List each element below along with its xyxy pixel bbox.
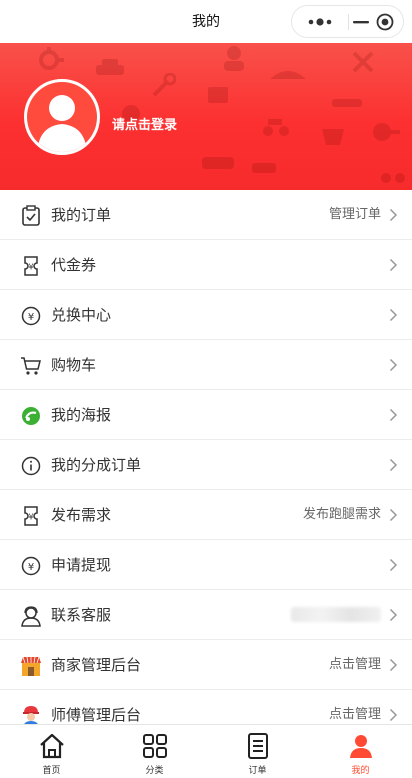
tab-label: 首页 xyxy=(42,766,61,776)
menu-item-cart[interactable]: 购物车 xyxy=(0,340,412,390)
chevron-right-icon xyxy=(389,458,398,472)
yen-coin-icon: ¥ xyxy=(21,556,41,576)
yen-coin-icon: ¥ xyxy=(21,306,41,326)
more-icon[interactable] xyxy=(302,13,338,31)
login-prompt[interactable]: 请点击登录 xyxy=(112,114,177,133)
worker-icon xyxy=(23,706,39,724)
chevron-right-icon xyxy=(389,358,398,372)
bike-decoration-icon xyxy=(381,173,405,183)
menu-item-label: 我的海报 xyxy=(51,406,112,424)
profile-banner: 请点击登录 xyxy=(0,43,412,190)
box-decoration-icon xyxy=(208,87,228,103)
chevron-right-icon xyxy=(389,608,398,622)
chevron-right-icon xyxy=(389,258,398,272)
chevron-right-icon xyxy=(389,708,398,722)
menu-item-withdraw[interactable]: ¥ 申请提现 xyxy=(0,540,412,590)
tab-home[interactable]: 首页 xyxy=(0,725,103,778)
sofa-decoration-icon xyxy=(202,157,234,169)
chevron-right-icon xyxy=(389,408,398,422)
menu-item-label: 代金券 xyxy=(51,256,97,274)
menu-item-worker-admin[interactable]: 师傅管理后台 点击管理 xyxy=(0,690,412,724)
tab-label: 订单 xyxy=(248,766,267,776)
merchant-manage-link[interactable]: 点击管理 xyxy=(329,656,381,674)
chevron-right-icon xyxy=(389,208,398,222)
menu-item-label: 商家管理后台 xyxy=(51,656,142,674)
chevron-right-icon xyxy=(389,658,398,672)
menu-item-label: 师傅管理后台 xyxy=(51,706,142,724)
svg-text:¥: ¥ xyxy=(28,562,34,573)
svg-text:¥: ¥ xyxy=(28,513,33,522)
worker-decoration-icon xyxy=(224,46,244,71)
category-icon xyxy=(142,734,167,758)
chevron-right-icon xyxy=(389,308,398,322)
order-icon xyxy=(247,733,268,759)
car-decoration-icon-2 xyxy=(252,163,276,173)
home-icon xyxy=(39,733,64,759)
menu-item-label: 我的订单 xyxy=(51,206,112,224)
gear-decoration-icon xyxy=(39,47,64,70)
tab-label: 分类 xyxy=(145,766,164,776)
menu-item-label: 我的分成订单 xyxy=(51,456,142,474)
mini-program-capsule xyxy=(291,5,404,38)
cart-icon xyxy=(21,357,41,375)
nav-bar: 我的 xyxy=(0,0,412,43)
wrench-decoration-icon xyxy=(152,73,176,97)
pan-decoration-icon xyxy=(373,123,400,141)
voucher-icon: ¥ xyxy=(24,506,38,526)
tab-orders[interactable]: 订单 xyxy=(206,725,309,778)
profile-icon xyxy=(349,735,372,758)
bottom-tab-bar: 首页 分类 订单 我的 xyxy=(0,724,412,778)
menu-item-label: 申请提现 xyxy=(51,556,112,574)
worker-manage-link[interactable]: 点击管理 xyxy=(329,706,381,724)
close-target-icon[interactable] xyxy=(376,13,394,31)
tab-label: 我的 xyxy=(351,766,370,776)
menu-item-merchant-admin[interactable]: 商家管理后台 点击管理 xyxy=(0,640,412,690)
shop-icon xyxy=(21,656,41,676)
capsule-divider xyxy=(348,14,349,30)
tab-profile[interactable]: 我的 xyxy=(309,725,412,778)
menu-item-vouchers[interactable]: ¥ 代金券 xyxy=(0,240,412,290)
customer-service-icon xyxy=(21,606,41,627)
brush-decoration-icon xyxy=(332,99,362,107)
tab-category[interactable]: 分类 xyxy=(103,725,206,778)
poster-icon xyxy=(22,407,40,425)
cup-decoration-icon xyxy=(322,129,344,145)
menu-item-label: 购物车 xyxy=(51,356,97,374)
menu-item-label: 发布需求 xyxy=(51,506,112,524)
tool-decoration-icon xyxy=(352,51,374,73)
blurred-phone-number xyxy=(291,607,381,622)
menu-item-post-request[interactable]: ¥ 发布需求 发布跑腿需求 xyxy=(0,490,412,540)
default-avatar-icon xyxy=(27,82,97,152)
car-decoration-icon xyxy=(96,59,124,75)
scooter-decoration-icon xyxy=(263,119,289,136)
menu-item-label: 兑换中心 xyxy=(51,306,112,324)
chevron-right-icon xyxy=(389,558,398,572)
info-icon xyxy=(21,456,41,476)
voucher-icon: ¥ xyxy=(24,256,38,276)
menu-item-commission-orders[interactable]: 我的分成订单 xyxy=(0,440,412,490)
menu-item-my-poster[interactable]: 我的海报 xyxy=(0,390,412,440)
svg-text:¥: ¥ xyxy=(28,312,34,323)
post-errand-link[interactable]: 发布跑腿需求 xyxy=(303,506,381,524)
svg-text:¥: ¥ xyxy=(28,263,33,272)
manage-orders-link[interactable]: 管理订单 xyxy=(329,206,381,224)
chevron-right-icon xyxy=(389,508,398,522)
minimize-icon[interactable] xyxy=(352,13,370,31)
avatar[interactable] xyxy=(24,79,100,155)
menu-item-customer-service[interactable]: 联系客服 xyxy=(0,590,412,640)
menu-item-label: 联系客服 xyxy=(51,606,112,624)
menu-item-my-orders[interactable]: 我的订单 管理订单 xyxy=(0,190,412,240)
checklist-icon xyxy=(22,205,40,226)
menu-item-exchange-center[interactable]: ¥ 兑换中心 xyxy=(0,290,412,340)
menu-list: 我的订单 管理订单 ¥ 代金券 ¥ 兑换中心 购物车 我的海报 我的分成订单 ¥… xyxy=(0,190,412,724)
iron-decoration-icon xyxy=(270,71,306,79)
